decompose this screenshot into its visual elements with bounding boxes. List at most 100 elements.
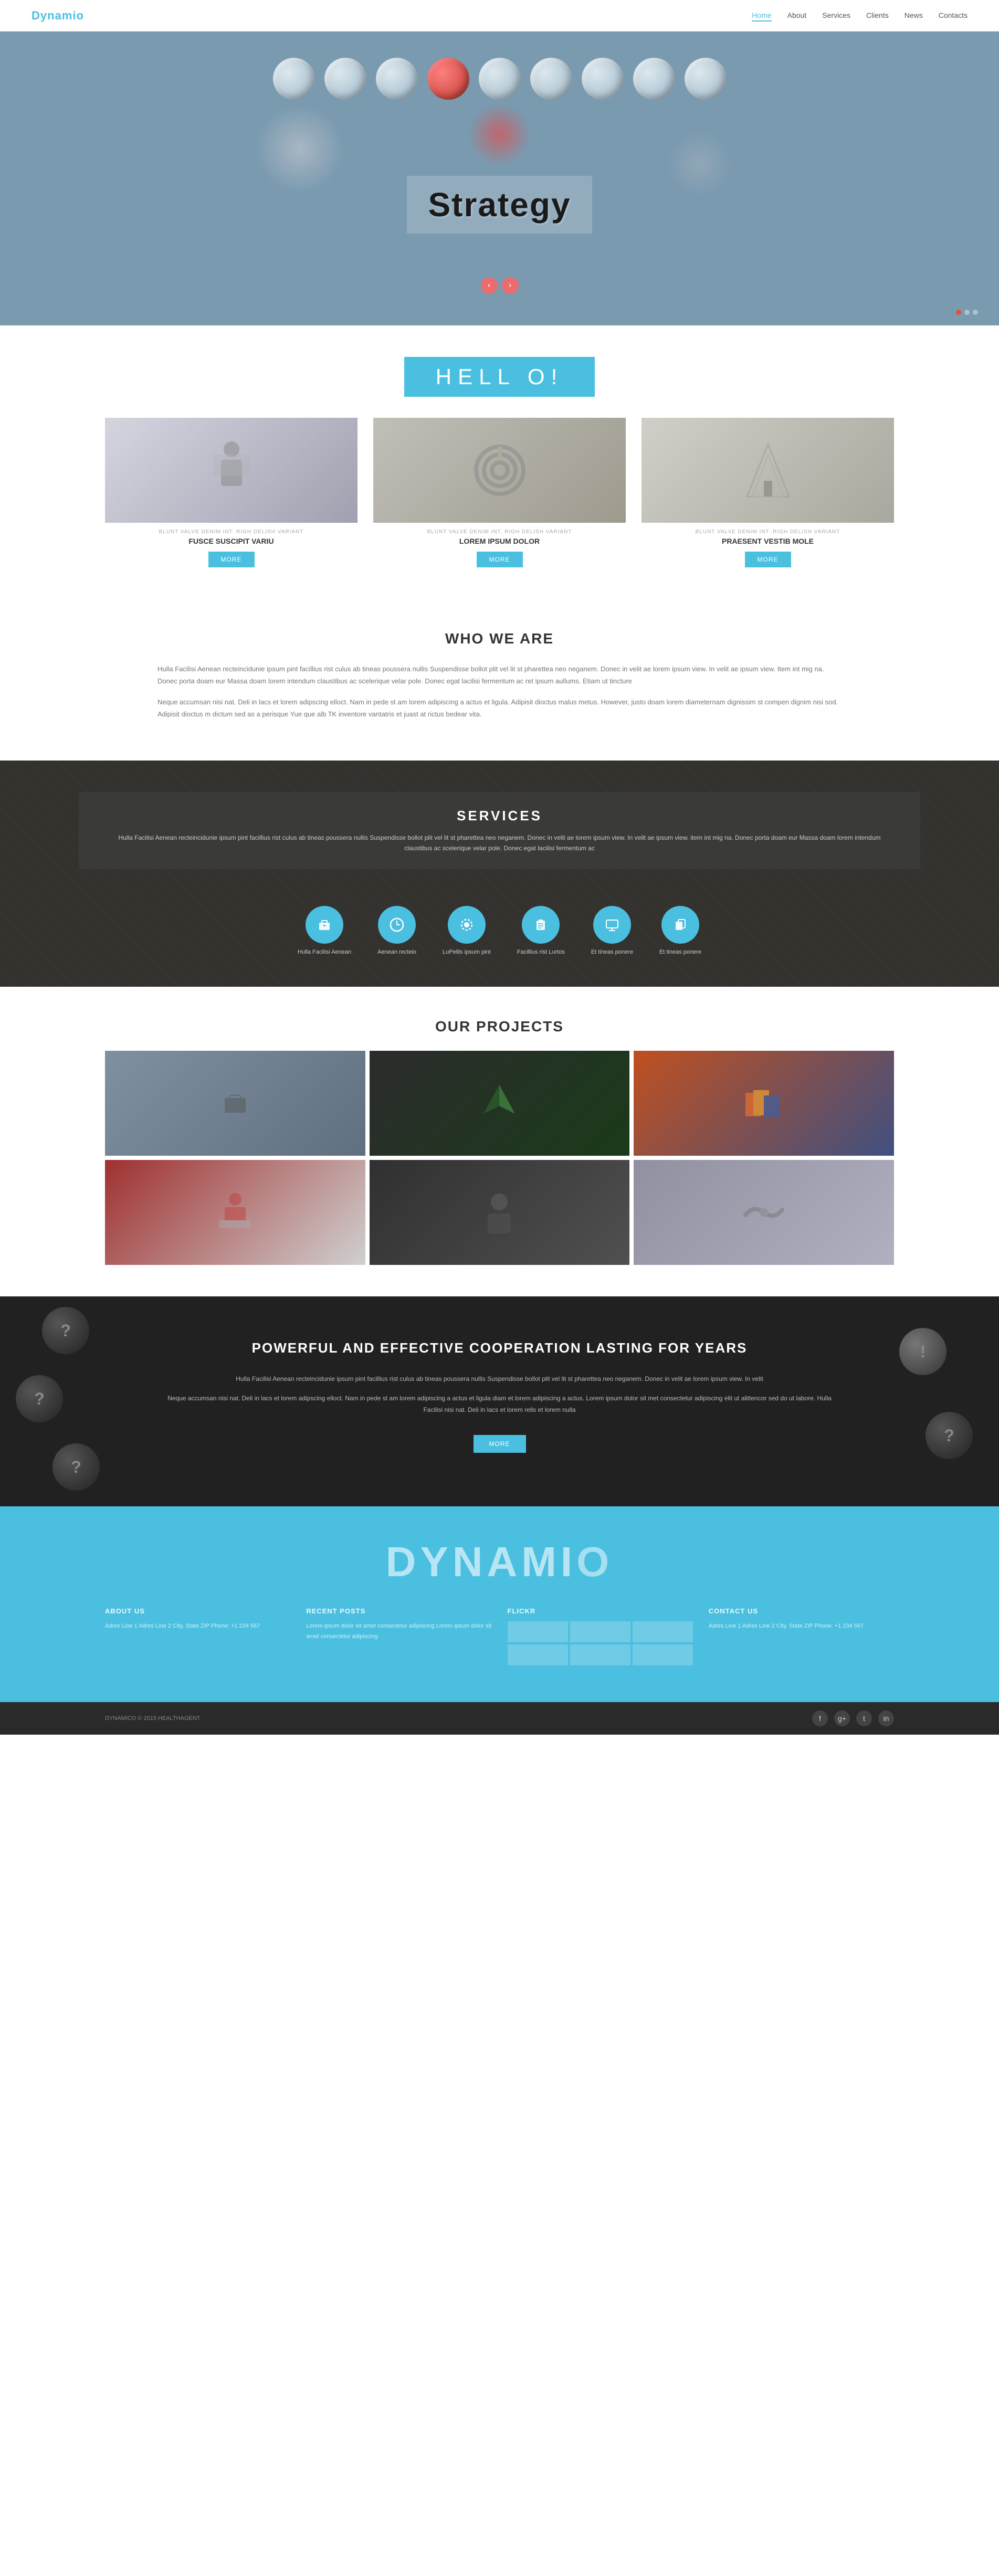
service-item-1: Hulla Facilisi Aenean	[298, 906, 351, 955]
ball-7	[582, 58, 624, 100]
project-item-1[interactable]	[105, 1051, 365, 1156]
projects-grid	[105, 1051, 894, 1265]
nav-menu: Home About Services Clients News Contact…	[752, 11, 968, 20]
nav-item-clients[interactable]: Clients	[866, 11, 889, 20]
service-icon-6	[661, 906, 699, 944]
footer-col-about: ABOUT US Adres Line 1 Adres Line 2 City,…	[105, 1607, 290, 1665]
services-title: SERVICES	[110, 808, 889, 824]
coop-section: ? ? ? ! ? POWERFUL AND EFFECTIVE COOPERA…	[0, 1296, 999, 1506]
who-para-2: Neque accumsan nisi nat. Deli in lacs et…	[157, 696, 842, 721]
projects-section: OUR PROJECTS	[0, 987, 999, 1296]
footer-bottom: DYNAMICO © 2015 HEALTHAGENT f g+ t in	[0, 1702, 999, 1735]
project-item-2[interactable]	[370, 1051, 630, 1156]
hero-next-button[interactable]: ›	[502, 277, 519, 294]
hello-section: HELL O! BLUNT VALVE DENIM INT. RIGH DELI…	[0, 325, 999, 599]
hello-card-1-more-button[interactable]: MORE	[208, 552, 255, 567]
hello-card-2-more-button[interactable]: MORE	[477, 552, 523, 567]
nav-item-news[interactable]: News	[905, 11, 923, 20]
social-googleplus[interactable]: g+	[834, 1711, 850, 1726]
social-linkedin[interactable]: in	[878, 1711, 894, 1726]
hero-dot-2[interactable]	[964, 310, 970, 315]
who-title: WHO WE ARE	[157, 630, 842, 647]
ball-8	[633, 58, 675, 100]
nav-item-about[interactable]: About	[787, 11, 807, 20]
services-icons: Hulla Facilisi Aenean Aenean recteio	[79, 906, 920, 955]
who-para-1: Hulla Facilisi Aenean recteincidunie ips…	[157, 663, 842, 688]
hello-card-3-title: PRAESENT VESTIB MOLE	[642, 537, 894, 545]
hero-prev-button[interactable]: ‹	[481, 277, 498, 294]
hello-card-2-subtitle: BLUNT VALVE DENIM INT. RIGH DELISH VARIA…	[373, 529, 626, 535]
hello-cards: BLUNT VALVE DENIM INT. RIGH DELISH VARIA…	[105, 418, 894, 567]
who-section: WHO WE ARE Hulla Facilisi Aenean rectein…	[0, 599, 999, 761]
service-label-2: Aenean recteio	[377, 949, 416, 955]
service-icon-4	[522, 906, 560, 944]
social-facebook[interactable]: f	[812, 1711, 828, 1726]
hello-card-3: BLUNT VALVE DENIM INT. RIGH DELISH VARIA…	[642, 418, 894, 567]
service-label-4: Facillius rist Lurtos	[517, 949, 565, 955]
footer-col-posts: RECENT POSTS Lorem ipsum dolor sit amet …	[306, 1607, 491, 1665]
ball-3	[376, 58, 418, 100]
ball-6	[530, 58, 572, 100]
service-icon-3	[448, 906, 486, 944]
footer-col-posts-title: RECENT POSTS	[306, 1607, 491, 1615]
hero-dot-3[interactable]	[973, 310, 978, 315]
service-item-4: Facillius rist Lurtos	[517, 906, 565, 955]
ball-9	[685, 58, 727, 100]
service-label-3: LuPellis ipsum pint	[443, 949, 491, 955]
footer-blue: DYNAMIO ABOUT US Adres Line 1 Adres Line…	[0, 1506, 999, 1702]
service-item-2: Aenean recteio	[377, 906, 416, 955]
logo[interactable]: Dynamio	[31, 9, 84, 23]
service-label-6: Et tineas ponere	[659, 949, 701, 955]
coop-para-2: Neque accumsan nisi nat. Deli in lacs et…	[157, 1393, 842, 1416]
coop-inner: POWERFUL AND EFFECTIVE COOPERATION LASTI…	[157, 1338, 842, 1452]
deco-ball-3: ?	[52, 1443, 100, 1491]
ball-red	[427, 58, 469, 100]
navbar: Dynamio Home About Services Clients News…	[0, 0, 999, 31]
nav-item-services[interactable]: Services	[822, 11, 850, 20]
coop-title: POWERFUL AND EFFECTIVE COOPERATION LASTI…	[157, 1338, 842, 1357]
hello-card-3-image	[642, 418, 894, 523]
logo-text: Dynami	[31, 9, 76, 22]
hello-card-2-title: LOREM IPSUM DOLOR	[373, 537, 626, 545]
project-item-4[interactable]	[105, 1160, 365, 1265]
hello-card-1-image	[105, 418, 357, 523]
hello-card-3-more-button[interactable]: MORE	[745, 552, 791, 567]
service-item-6: Et tineas ponere	[659, 906, 701, 955]
hero-title: Strategy	[428, 185, 571, 224]
footer-cols: ABOUT US Adres Line 1 Adres Line 2 City,…	[105, 1607, 894, 1665]
footer-col-flickr: FLICKR	[508, 1607, 693, 1665]
hello-card-1-subtitle: BLUNT VALVE DENIM INT. RIGH DELISH VARIA…	[105, 529, 357, 535]
coop-para-1: Hulla Facilisi Aenean recteincidunie ips…	[157, 1374, 842, 1385]
project-item-5[interactable]	[370, 1160, 630, 1265]
service-icon-1	[306, 906, 343, 944]
services-box: SERVICES Hulla Facilisi Aenean recteinci…	[79, 792, 920, 870]
social-twitter[interactable]: t	[856, 1711, 872, 1726]
deco-ball-4: !	[899, 1328, 947, 1375]
hero-nav-arrows: ‹ ›	[481, 277, 519, 294]
hello-card-2-image	[373, 418, 626, 523]
footer-copy: DYNAMICO © 2015 HEALTHAGENT	[105, 1715, 201, 1722]
coop-more-button[interactable]: MORE	[474, 1435, 526, 1453]
service-label-1: Hulla Facilisi Aenean	[298, 949, 351, 955]
projects-title: OUR PROJECTS	[105, 1018, 894, 1035]
services-inner: SERVICES Hulla Facilisi Aenean recteinci…	[79, 792, 920, 956]
service-item-3: LuPellis ipsum pint	[443, 906, 491, 955]
service-item-5: Et tineas ponere	[591, 906, 633, 955]
services-desc: Hulla Facilisi Aenean recteincidunie ips…	[110, 832, 889, 854]
nav-item-contacts[interactable]: Contacts	[939, 11, 968, 20]
hero-dot-1[interactable]	[956, 310, 961, 315]
hello-card-3-subtitle: BLUNT VALVE DENIM INT. RIGH DELISH VARIA…	[642, 529, 894, 535]
project-item-3[interactable]	[634, 1051, 894, 1156]
footer-logo: DYNAMIO	[105, 1538, 894, 1586]
footer-col-flickr-title: FLICKR	[508, 1607, 693, 1615]
ball-1	[273, 58, 315, 100]
ball-5	[479, 58, 521, 100]
services-section: SERVICES Hulla Facilisi Aenean recteinci…	[0, 761, 999, 987]
footer-col-contact: CONTACT US Adres Line 1 Adres Line 2 Cit…	[709, 1607, 894, 1665]
nav-item-home[interactable]: Home	[752, 11, 771, 20]
footer-col-about-text: Adres Line 1 Adres Line 2 City, State ZI…	[105, 1621, 290, 1632]
logo-accent: o	[76, 9, 83, 22]
project-item-6[interactable]	[634, 1160, 894, 1265]
hello-card-1: BLUNT VALVE DENIM INT. RIGH DELISH VARIA…	[105, 418, 357, 567]
footer-col-contact-text: Adres Line 1 Adres Line 2 City, State ZI…	[709, 1621, 894, 1632]
